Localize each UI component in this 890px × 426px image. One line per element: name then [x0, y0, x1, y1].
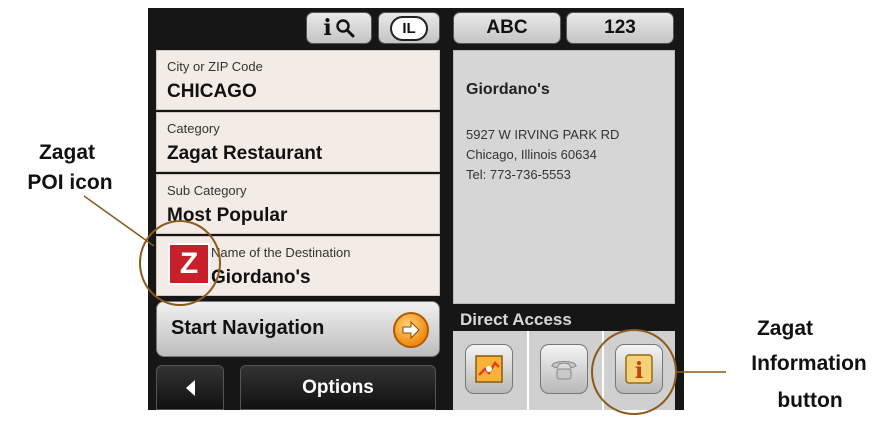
annotation-information-label: Information	[751, 352, 867, 375]
options-button[interactable]: Options	[240, 365, 436, 410]
state-label: IL	[390, 15, 428, 41]
search-icon	[335, 19, 355, 38]
field-value: Most Popular	[167, 205, 288, 226]
start-navigation-label: Start Navigation	[171, 317, 325, 339]
field-value: Giordano's	[211, 267, 311, 288]
divider	[527, 331, 529, 410]
divider	[602, 331, 604, 410]
state-button[interactable]: IL	[378, 12, 440, 44]
poi-city: Chicago, Illinois 60634	[466, 147, 597, 162]
category-field[interactable]: Category Zagat Restaurant	[156, 112, 440, 172]
annotation-leader-line-left	[83, 195, 155, 247]
direct-access-label: Direct Access	[460, 310, 572, 329]
field-value: Zagat Restaurant	[167, 143, 323, 164]
field-label: City or ZIP Code	[167, 59, 263, 74]
show-on-map-button[interactable]	[465, 344, 513, 394]
direct-access-bar: i	[453, 331, 675, 410]
field-label: Name of the Destination	[211, 245, 351, 260]
map-icon	[475, 355, 503, 383]
annotation-zagat-label: Zagat	[38, 141, 95, 164]
field-label: Sub Category	[167, 183, 247, 198]
annotation-poi-icon-label: POI icon	[27, 171, 113, 194]
zagat-information-button[interactable]: i	[615, 344, 663, 394]
sub-category-field[interactable]: Sub Category Most Popular	[156, 174, 440, 234]
info-search-button[interactable]: i	[306, 12, 372, 44]
abc-keyboard-button[interactable]: ABC	[453, 12, 561, 44]
arrow-right-icon	[393, 312, 429, 348]
zagat-poi-icon: Z	[168, 243, 210, 285]
info-icon: i	[625, 354, 653, 384]
navigation-device-screen: i IL ABC 123 City or ZIP Code CHICAGO Ca…	[148, 8, 684, 410]
call-button[interactable]	[540, 344, 588, 394]
poi-phone: Tel: 773-736-5553	[466, 167, 571, 182]
poi-name: Giordano's	[466, 81, 550, 98]
start-navigation-button[interactable]: Start Navigation	[156, 301, 440, 357]
back-arrow-icon	[186, 379, 195, 396]
info-letter: i	[323, 15, 332, 41]
poi-address: 5927 W IRVING PARK RD	[466, 127, 620, 142]
annotation-zagat-right-label: Zagat	[756, 317, 813, 340]
phone-icon	[551, 361, 577, 380]
numeric-keyboard-button[interactable]: 123	[566, 12, 674, 44]
info-icon-letter: i	[635, 358, 643, 384]
field-value: CHICAGO	[167, 81, 257, 102]
annotation-button-label: button	[777, 389, 843, 412]
back-button[interactable]	[156, 365, 224, 410]
field-label: Category	[167, 121, 220, 136]
city-zip-field[interactable]: City or ZIP Code CHICAGO	[156, 50, 440, 110]
poi-info-panel: Giordano's 5927 W IRVING PARK RD Chicago…	[453, 50, 675, 304]
